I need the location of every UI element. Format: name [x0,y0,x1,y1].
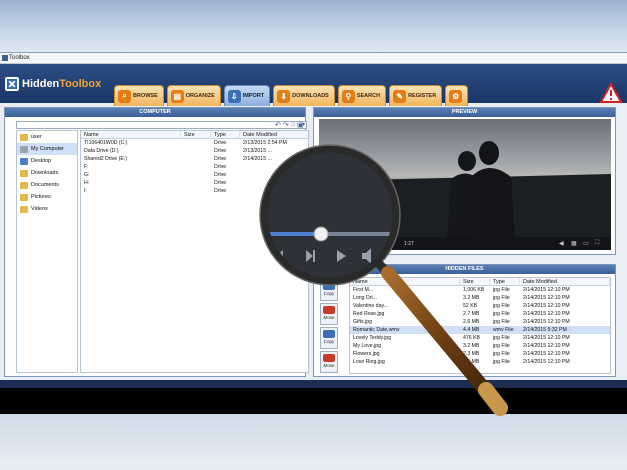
magnifier-illustration [259,144,508,416]
